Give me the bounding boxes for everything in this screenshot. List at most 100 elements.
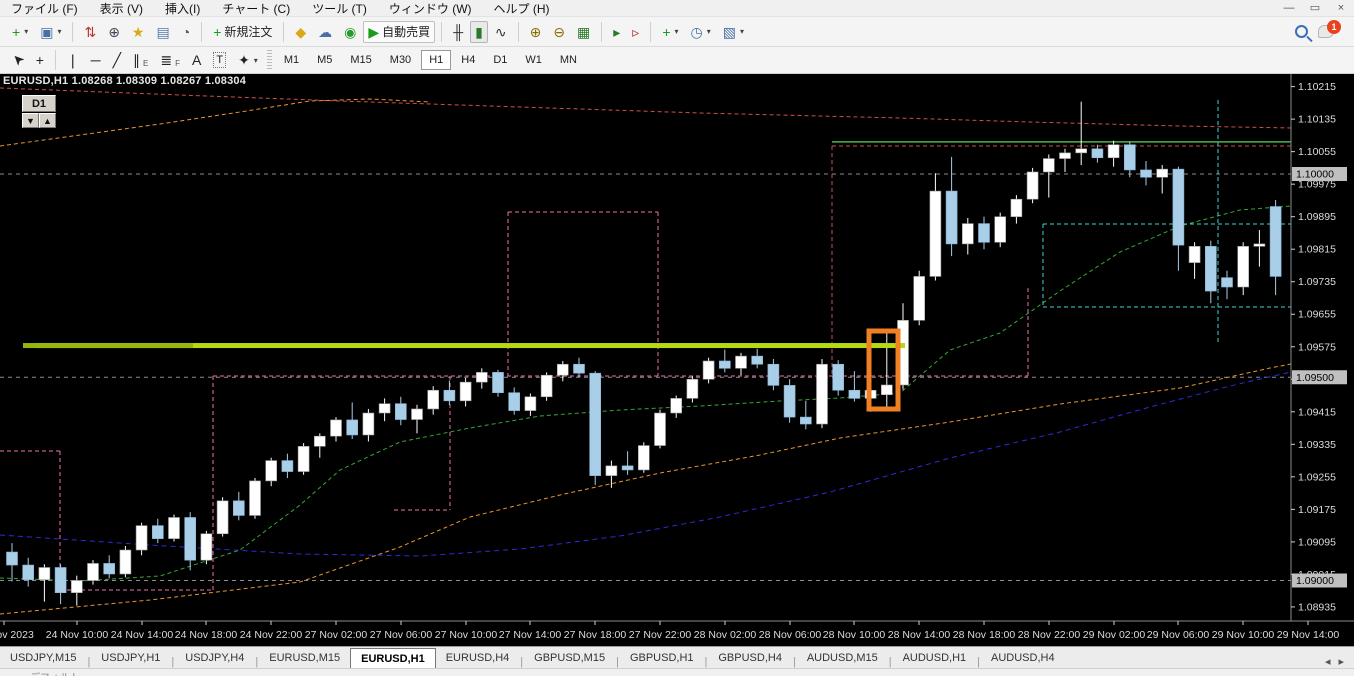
mql5-button[interactable]: ◉: [339, 21, 361, 43]
cursor-tool-icon: ➤: [8, 50, 28, 70]
chart-shift-button[interactable]: ▹: [627, 21, 644, 43]
menu-item-6[interactable]: ヘルプ (H): [483, 0, 561, 17]
chart-tab-usdjpy-h1[interactable]: USDJPY,H1: [91, 648, 170, 668]
menu-item-0[interactable]: ファイル (F): [0, 0, 89, 17]
chart-tab-usdjpy-h4[interactable]: USDJPY,H4: [175, 648, 254, 668]
zoom-out-button[interactable]: ⊖: [548, 21, 570, 43]
metaeditor-button[interactable]: ◆: [290, 21, 311, 43]
timeframe-m30[interactable]: M30: [382, 50, 419, 70]
time-tick-label: 28 Nov 10:00: [823, 629, 886, 641]
timeframe-w1[interactable]: W1: [517, 50, 550, 70]
notifications-icon[interactable]: 1: [1318, 20, 1341, 38]
timeframe-h1[interactable]: H1: [421, 50, 452, 70]
new-chart-button[interactable]: + ▾: [7, 21, 33, 43]
trendline-tool-button[interactable]: ╱: [108, 49, 126, 71]
fibonacci-tool-icon: ≣: [160, 52, 173, 68]
fibonacci-tool-button[interactable]: ≣ F: [155, 49, 185, 71]
chart-tab-usdjpy-m15[interactable]: USDJPY,M15: [0, 648, 86, 668]
tile-windows-button[interactable]: ▦: [572, 21, 595, 43]
chart-tab-eurusd-h1[interactable]: EURUSD,H1: [350, 648, 436, 668]
d1-button[interactable]: D1: [22, 95, 56, 112]
data-window-button[interactable]: ⊕: [103, 21, 125, 43]
chart-tab-audusd-m15[interactable]: AUDUSD,M15: [797, 648, 888, 668]
crosshair-tool-button[interactable]: +: [31, 49, 49, 71]
arrow-down-button[interactable]: ▼: [22, 113, 39, 128]
price-tick-label: 1.09575: [1298, 341, 1336, 353]
restore-button[interactable]: ▭: [1302, 1, 1328, 16]
auto-scroll-button[interactable]: ▸: [608, 21, 625, 43]
data-window-icon: ⊕: [108, 23, 120, 40]
chart-svg[interactable]: 1.102151.101351.100551.099751.098951.098…: [0, 74, 1354, 646]
bar-chart-icon: ╫: [453, 23, 464, 40]
charts-cloud-button[interactable]: ☁: [313, 21, 337, 43]
vline-tool-button[interactable]: ❘: [62, 49, 84, 71]
price-tick-label: 1.09095: [1298, 536, 1336, 548]
menu-item-3[interactable]: チャート (C): [211, 0, 301, 17]
profiles-button[interactable]: ▣ ▾: [35, 21, 66, 43]
chart-shift-icon: ▹: [632, 23, 640, 40]
price-tick-label: 1.10055: [1298, 146, 1336, 158]
navigator-button[interactable]: ★: [127, 21, 150, 43]
vline-tool-icon: ❘: [66, 52, 79, 68]
menu-items: ファイル (F) 表示 (V) 挿入(I) チャート (C) ツール (T) ウィンドウ …: [0, 0, 561, 17]
bar-chart-button[interactable]: ╫: [448, 21, 468, 43]
chart-tab-audusd-h1[interactable]: AUDUSD,H1: [893, 648, 977, 668]
shapes-tool-button[interactable]: ✦ ▾: [233, 49, 263, 71]
shapes-tool-icon: ✦: [238, 52, 250, 68]
svg-text:1.10000: 1.10000: [1296, 169, 1334, 181]
menu-item-2[interactable]: 挿入(I): [154, 0, 211, 17]
new-order-button[interactable]: + 新規注文: [208, 21, 277, 43]
auto-scroll-icon: ▸: [613, 23, 621, 40]
zoom-in-button[interactable]: ⊕: [525, 21, 547, 43]
zoom-in-icon: ⊕: [529, 23, 542, 40]
svg-text:1.09500: 1.09500: [1296, 372, 1334, 384]
price-tick-label: 1.09255: [1298, 471, 1336, 483]
timeframe-m15[interactable]: M15: [342, 50, 379, 70]
chart-tabs: USDJPY,M15 | USDJPY,H1 | USDJPY,H4 | EURUSD,M1…: [0, 648, 1065, 668]
toolbar2-tools: ➤ + ❘ ─ ╱ ∥ E ≣ F A T ✦ ▾: [6, 49, 264, 71]
search-icon[interactable]: [1295, 25, 1308, 38]
arrow-up-button[interactable]: ▲: [39, 113, 56, 128]
toolbar-separator: [650, 21, 652, 42]
autotrading-icon: ▶: [368, 23, 380, 40]
candle-chart-button[interactable]: ▮: [470, 20, 488, 43]
label-tool-button[interactable]: T: [208, 49, 231, 71]
tab-scroll-arrows: ◂ ▸: [1325, 655, 1354, 668]
timeframe-m1[interactable]: M1: [276, 50, 307, 70]
timeframe-d1[interactable]: D1: [485, 50, 515, 70]
autotrading-button[interactable]: ▶ 自動売買: [363, 20, 436, 43]
chart-tab-gbpusd-h4[interactable]: GBPUSD,H4: [708, 648, 792, 668]
tab-scroll-left[interactable]: ◂: [1325, 655, 1331, 668]
chevron-down-icon: ▾: [706, 27, 711, 36]
line-chart-button[interactable]: ∿: [490, 21, 512, 43]
periods-button[interactable]: ◷ ▾: [686, 21, 716, 43]
indicators-button[interactable]: + ▾: [657, 21, 683, 43]
hline-tool-button[interactable]: ─: [86, 49, 106, 71]
time-tick-label: 27 Nov 06:00: [370, 629, 433, 641]
timeframe-mn[interactable]: MN: [552, 50, 585, 70]
minimize-button[interactable]: —: [1276, 1, 1302, 16]
menu-item-5[interactable]: ウィンドウ (W): [378, 0, 483, 17]
tab-scroll-right[interactable]: ▸: [1338, 655, 1344, 668]
templates-button[interactable]: ▧ ▾: [718, 21, 749, 43]
strategy-tester-button[interactable]: ◔: [177, 21, 195, 43]
chart-tab-eurusd-h4[interactable]: EURUSD,H4: [436, 648, 520, 668]
menu-item-1[interactable]: 表示 (V): [89, 0, 154, 17]
chart-tab-audusd-h4[interactable]: AUDUSD,H4: [981, 648, 1065, 668]
market-watch-button[interactable]: ⇅: [79, 21, 101, 43]
close-button[interactable]: ×: [1328, 1, 1354, 16]
chart-tab-gbpusd-m15[interactable]: GBPUSD,M15: [524, 648, 615, 668]
chart-tab-eurusd-m15[interactable]: EURUSD,M15: [259, 648, 350, 668]
timeframe-m5[interactable]: M5: [309, 50, 340, 70]
channel-tool-button[interactable]: ∥ E: [128, 49, 153, 71]
text-tool-button[interactable]: A: [187, 49, 206, 71]
terminal-icon: ▤: [156, 23, 170, 40]
price-tick-label: 1.09415: [1298, 406, 1336, 418]
zoom-out-icon: ⊖: [553, 23, 566, 40]
terminal-button[interactable]: ▤: [151, 21, 174, 43]
cursor-tool-button[interactable]: ➤: [7, 49, 29, 71]
time-tick-label: 28 Nov 14:00: [888, 629, 951, 641]
timeframe-h4[interactable]: H4: [453, 50, 483, 70]
chart-tab-gbpusd-h1[interactable]: GBPUSD,H1: [620, 648, 704, 668]
menu-item-4[interactable]: ツール (T): [301, 0, 378, 17]
